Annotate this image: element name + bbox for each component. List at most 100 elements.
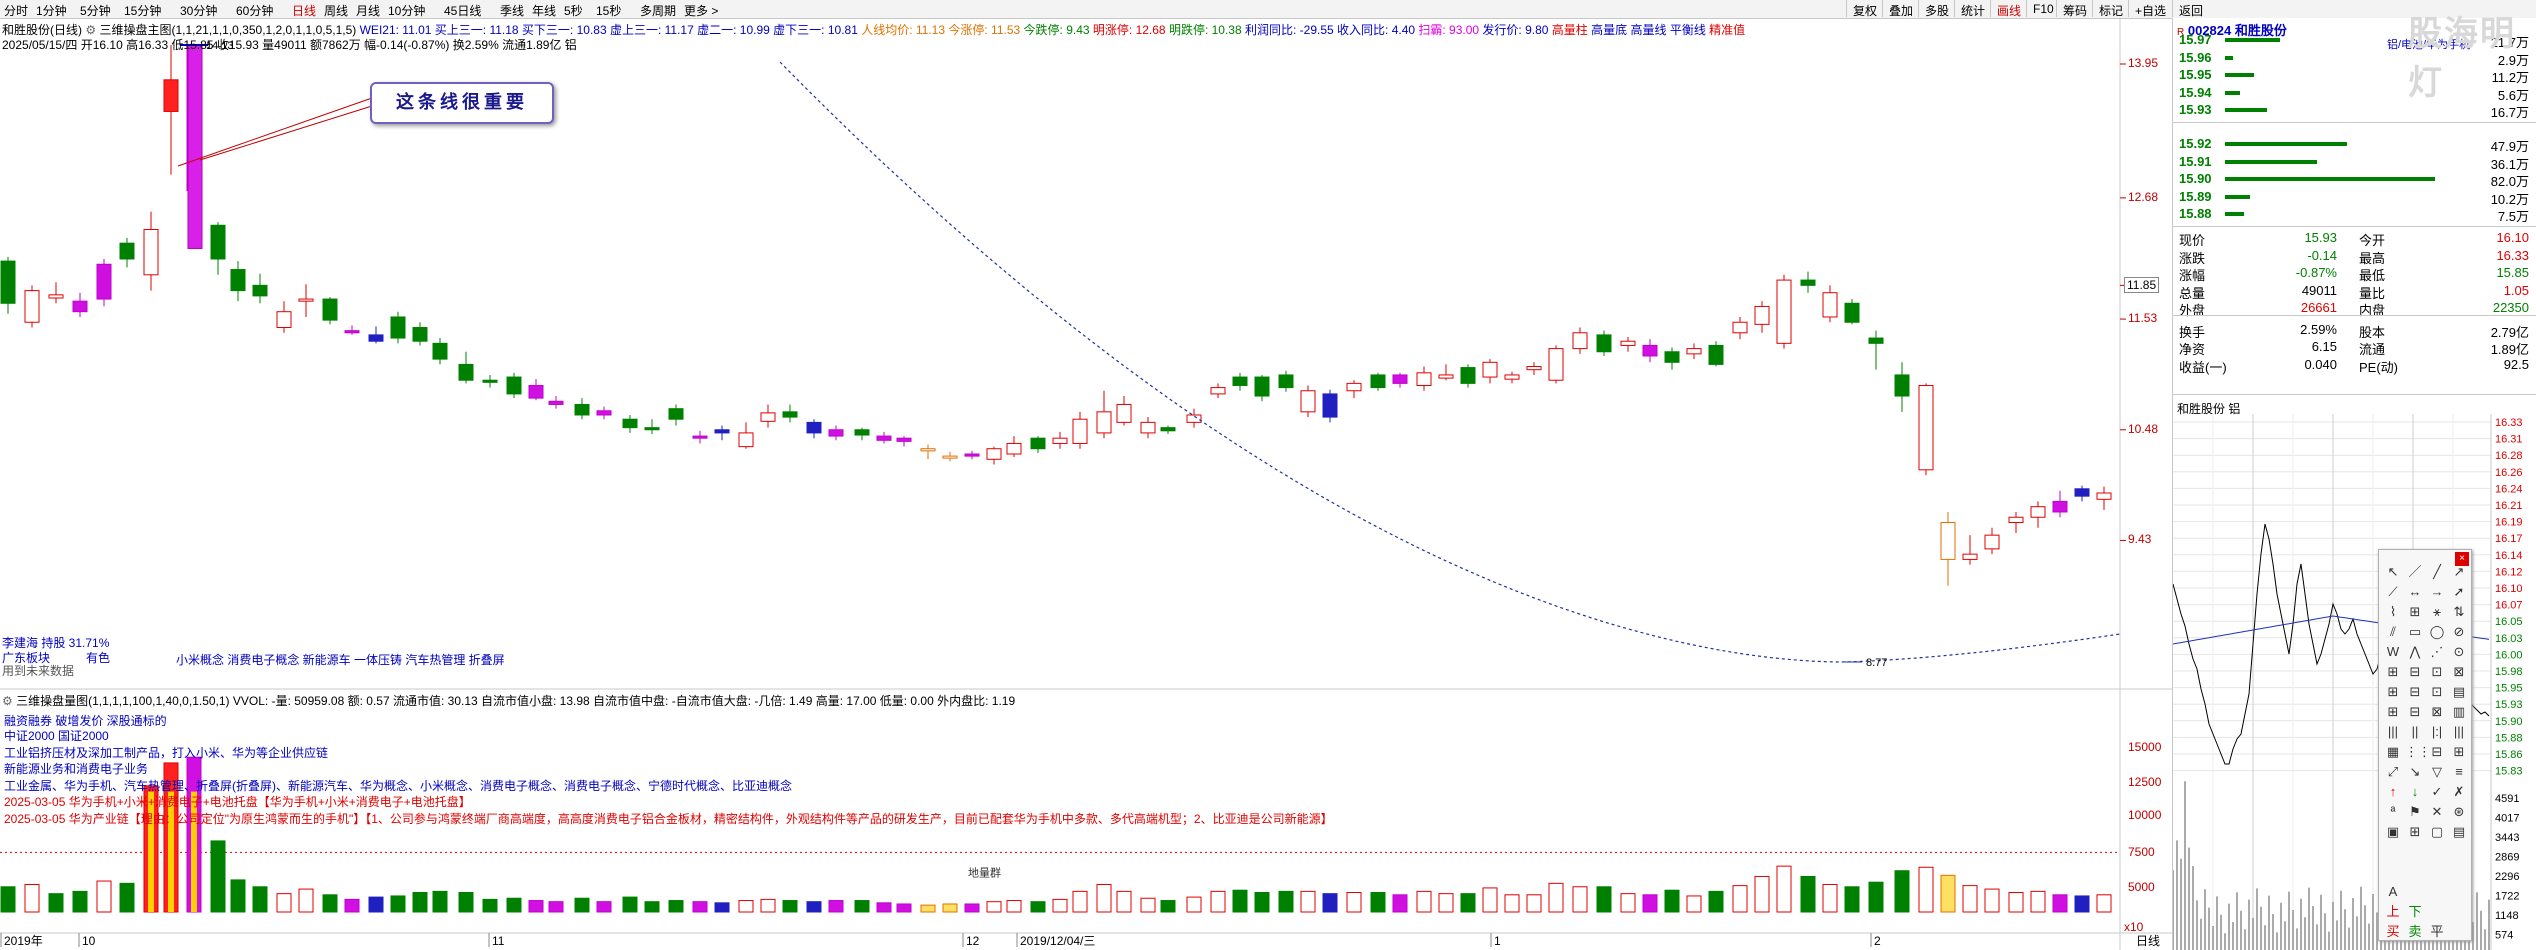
draw-tool-8[interactable]: ⌇: [2383, 602, 2403, 622]
draw-tool-28[interactable]: ⊞: [2383, 702, 2403, 722]
trade-tool-2[interactable]: 平: [2427, 922, 2447, 942]
period-tab-6[interactable]: 日线: [292, 2, 316, 19]
period-tab-0[interactable]: 分时: [4, 2, 28, 19]
draw-tool-43[interactable]: ≡: [2449, 762, 2469, 782]
bid-row-1[interactable]: 15.91 36.1万: [2173, 154, 2533, 172]
draw-tool-18[interactable]: ⋰: [2427, 642, 2447, 662]
draw-tool-41[interactable]: ↘: [2405, 762, 2425, 782]
draw-tool-20[interactable]: ⊞: [2383, 662, 2403, 682]
draw-tool-46[interactable]: ✓: [2427, 782, 2447, 802]
trade-tool-0[interactable]: 买: [2383, 922, 2403, 942]
drawing-tools-palette[interactable]: × ↖ ／ ╱ ↗ ⟋ ↔ → ➚ ⌇ ⊞ ⚹ ⇅ ⫽ ▭ ◯ ⊘ W ⋀ ⋰ ⊙ ⊞ ⊟ ⊡ ⊠ ⊞ ⊟ ⊡ ▤ ⊞ ⊟ ⊠ ▥ ||| || |…: [2378, 549, 2472, 941]
draw-tool-7[interactable]: ➚: [2449, 582, 2469, 602]
indicator-name[interactable]: 三维操盘主图(1,1,21,1,1,0,350,1,2,0,1,1,0,5,1,…: [99, 23, 356, 37]
period-tab-5[interactable]: 60分钟: [236, 2, 273, 19]
trade-tool-4[interactable]: 下: [2405, 902, 2425, 922]
draw-tool-31[interactable]: ▥: [2449, 702, 2469, 722]
toolbar-button-5[interactable]: F10: [2026, 0, 2056, 17]
bid-row-2[interactable]: 15.90 82.0万: [2173, 171, 2533, 189]
draw-tool-21[interactable]: ⊟: [2405, 662, 2425, 682]
draw-tool-29[interactable]: ⊟: [2405, 702, 2425, 722]
draw-tool-6[interactable]: →: [2427, 582, 2447, 602]
trade-tool-1[interactable]: 卖: [2405, 922, 2425, 942]
draw-tool-12[interactable]: ⫽: [2383, 622, 2403, 642]
draw-tool-49[interactable]: ⚑: [2405, 802, 2425, 822]
period-tab-11[interactable]: 季线: [500, 2, 524, 19]
period-tab-8[interactable]: 月线: [356, 2, 380, 19]
bid-row-3[interactable]: 15.89 10.2万: [2173, 189, 2533, 207]
trade-tool-5[interactable]: A: [2383, 882, 2403, 902]
draw-tool-39[interactable]: ⊞: [2449, 742, 2469, 762]
period-tab-15[interactable]: 多周期: [640, 2, 676, 19]
toolbar-button-7[interactable]: 标记: [2092, 0, 2128, 18]
settings-icon[interactable]: ⚙: [85, 23, 96, 37]
period-tab-10[interactable]: 45日线: [444, 2, 481, 19]
toolbar-button-8[interactable]: +自选: [2128, 0, 2172, 18]
draw-tool-42[interactable]: ▽: [2427, 762, 2447, 782]
draw-tool-47[interactable]: ✗: [2449, 782, 2469, 802]
draw-tool-0[interactable]: ↖: [2383, 562, 2403, 582]
draw-tool-38[interactable]: ⊟: [2427, 742, 2447, 762]
toolbar-button-6[interactable]: 筹码: [2056, 0, 2092, 18]
period-tab-14[interactable]: 15秒: [596, 2, 621, 19]
toolbar-button-2[interactable]: 多股: [1918, 0, 1954, 18]
period-tab-4[interactable]: 30分钟: [180, 2, 217, 19]
draw-tool-34[interactable]: |:|: [2427, 722, 2447, 742]
draw-tool-17[interactable]: ⋀: [2405, 642, 2425, 662]
draw-tool-40[interactable]: ⤢: [2383, 762, 2403, 782]
volume-indicator-text[interactable]: 三维操盘量图(1,1,1,1,100,1,40,0,1.50,1) VVOL: …: [16, 694, 1015, 708]
draw-tool-36[interactable]: ▦: [2383, 742, 2403, 762]
period-tab-9[interactable]: 10分钟: [388, 2, 425, 19]
draw-tool-48[interactable]: ª: [2383, 802, 2403, 822]
intraday-chart[interactable]: 16.33 16.31 16.28 16.26 16.24 16.21 16.19 16.17…: [2173, 414, 2536, 950]
toolbar-button-3[interactable]: 统计: [1954, 0, 1990, 18]
draw-tool-14[interactable]: ◯: [2427, 622, 2447, 642]
draw-tool-35[interactable]: |||: [2449, 722, 2469, 742]
draw-tool-53[interactable]: ⊞: [2405, 822, 2425, 842]
draw-tool-50[interactable]: ✕: [2427, 802, 2447, 822]
period-tab-3[interactable]: 15分钟: [124, 2, 161, 19]
draw-tool-9[interactable]: ⊞: [2405, 602, 2425, 622]
draw-tool-32[interactable]: |||: [2383, 722, 2403, 742]
draw-tool-44[interactable]: ↑: [2383, 782, 2403, 802]
draw-tool-30[interactable]: ⊠: [2427, 702, 2447, 722]
draw-tool-16[interactable]: W: [2383, 642, 2403, 662]
draw-tool-33[interactable]: ||: [2405, 722, 2425, 742]
draw-tool-11[interactable]: ⇅: [2449, 602, 2469, 622]
ask-row-4[interactable]: 15.93 16.7万: [2173, 102, 2533, 120]
toolbar-button-9[interactable]: 返回: [2172, 0, 2208, 18]
draw-tool-24[interactable]: ⊞: [2383, 682, 2403, 702]
period-tab-16[interactable]: 更多 >: [684, 2, 718, 19]
settings-icon[interactable]: ⚙: [2, 694, 13, 708]
draw-tool-37[interactable]: ⋮⋮: [2405, 742, 2431, 762]
draw-tool-45[interactable]: ↓: [2405, 782, 2425, 802]
draw-tool-27[interactable]: ▤: [2449, 682, 2469, 702]
bid-row-4[interactable]: 15.88 7.5万: [2173, 206, 2533, 224]
period-tab-13[interactable]: 5秒: [564, 2, 583, 19]
toolbar-button-1[interactable]: 叠加: [1882, 0, 1918, 18]
draw-tool-55[interactable]: ▤: [2449, 822, 2469, 842]
trade-tool-3[interactable]: 上: [2383, 902, 2403, 922]
draw-tool-10[interactable]: ⚹: [2427, 602, 2447, 622]
annotation-callout[interactable]: 这条线很重要: [370, 82, 554, 124]
draw-tool-1[interactable]: ／: [2405, 562, 2425, 582]
draw-tool-52[interactable]: ▣: [2383, 822, 2403, 842]
toolbar-button-0[interactable]: 复权: [1846, 0, 1882, 18]
draw-tool-26[interactable]: ⊡: [2427, 682, 2447, 702]
draw-tool-5[interactable]: ↔: [2405, 582, 2425, 602]
draw-tool-54[interactable]: ▢: [2427, 822, 2447, 842]
bid-row-0[interactable]: 15.92 47.9万: [2173, 136, 2533, 154]
draw-tool-15[interactable]: ⊘: [2449, 622, 2469, 642]
draw-tool-3[interactable]: ↗: [2449, 562, 2469, 582]
draw-tool-19[interactable]: ⊙: [2449, 642, 2469, 662]
period-tab-2[interactable]: 5分钟: [80, 2, 111, 19]
period-tab-7[interactable]: 周线: [324, 2, 348, 19]
draw-tool-51[interactable]: ⊛: [2449, 802, 2469, 822]
period-tab-1[interactable]: 1分钟: [36, 2, 67, 19]
draw-tool-2[interactable]: ╱: [2427, 562, 2447, 582]
draw-tool-23[interactable]: ⊠: [2449, 662, 2469, 682]
period-tab-12[interactable]: 年线: [532, 2, 556, 19]
draw-tool-22[interactable]: ⊡: [2427, 662, 2447, 682]
draw-tool-13[interactable]: ▭: [2405, 622, 2425, 642]
draw-tool-25[interactable]: ⊟: [2405, 682, 2425, 702]
